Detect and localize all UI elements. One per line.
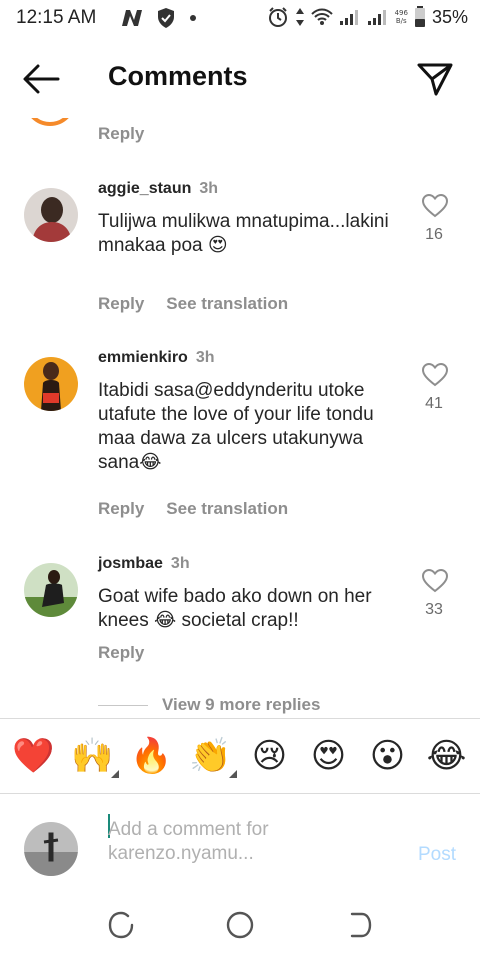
shield-icon <box>158 8 174 28</box>
reply-button[interactable]: Reply <box>98 294 144 314</box>
battery-icon <box>414 6 425 27</box>
skin-tone-indicator <box>228 770 237 778</box>
page-title: Comments <box>108 61 248 91</box>
heart-icon[interactable] <box>422 569 448 593</box>
header: Comments <box>0 40 480 118</box>
comment-composer: Add a comment for karenzo.nyamu... Post <box>0 794 480 894</box>
n-app-icon <box>122 10 142 26</box>
heart-icon[interactable] <box>422 194 448 218</box>
emoji-quick-bar: ❤️ 🙌 🔥 👏 😢 😍 😮 😂 <box>0 718 480 794</box>
avatar[interactable] <box>24 188 78 242</box>
like-count: 33 <box>425 601 443 618</box>
emoji-clapping-hands[interactable]: 👏 <box>187 736 237 778</box>
heart-icon[interactable] <box>422 363 448 387</box>
see-translation-button[interactable]: See translation <box>166 499 288 519</box>
partial-avatar <box>24 118 76 126</box>
comment-text: Itabidi sasa@eddynderitu utoke utafute t… <box>98 380 374 473</box>
battery-percent: 35% <box>431 6 468 27</box>
emoji-tears-of-joy[interactable]: 😂 <box>423 736 471 776</box>
home-icon[interactable] <box>225 910 255 940</box>
comment-text: Goat wife bado ako down on her knees 😂 s… <box>98 586 372 631</box>
back-arrow-icon[interactable] <box>22 62 62 96</box>
status-bar: 12:15 AM 496 B/s 35% <box>0 0 480 40</box>
reply-button[interactable]: Reply <box>98 643 144 663</box>
like-count: 41 <box>425 395 443 412</box>
data-arrows-icon <box>295 8 304 26</box>
emoji-fire[interactable]: 🔥 <box>128 736 176 776</box>
comment-text: Tulijwa mulikwa mnatupima...lakini mnaka… <box>98 211 389 256</box>
send-icon[interactable] <box>416 60 454 98</box>
emoji-surprised-face[interactable]: 😮 <box>364 736 412 776</box>
reply-button[interactable]: Reply <box>98 499 144 519</box>
emoji-crying-face[interactable]: 😢 <box>246 736 294 776</box>
emoji-heart-eyes[interactable]: 😍 <box>305 736 353 776</box>
net-speed: 496 B/s <box>394 9 408 25</box>
comments-list[interactable]: Reply aggie_staun 3h Tulijwa mulikwa mnat… <box>0 118 480 718</box>
system-nav-bar <box>0 894 480 960</box>
recent-apps-icon[interactable] <box>106 910 136 940</box>
like-count: 16 <box>425 226 443 243</box>
see-translation-button[interactable]: See translation <box>166 294 288 314</box>
view-more-replies[interactable]: View 9 more replies <box>98 695 320 715</box>
reply-button[interactable]: Reply <box>98 124 144 144</box>
post-button[interactable]: Post <box>418 844 456 866</box>
back-nav-icon[interactable] <box>344 910 374 940</box>
dot-icon <box>190 15 196 21</box>
username[interactable]: emmienkiro <box>98 349 188 366</box>
avatar[interactable] <box>24 357 78 411</box>
wifi-icon <box>310 8 333 25</box>
emoji-red-heart[interactable]: ❤️ <box>10 736 58 776</box>
alarm-icon <box>268 7 287 27</box>
avatar[interactable] <box>24 563 78 617</box>
username[interactable]: josmbae <box>98 555 163 572</box>
skin-tone-indicator <box>110 770 119 778</box>
signal-icon <box>339 10 358 25</box>
clock: 12:15 AM <box>16 7 97 28</box>
timestamp: 3h <box>199 180 219 197</box>
timestamp: 3h <box>195 349 215 366</box>
username[interactable]: aggie_staun <box>98 180 191 197</box>
view-more-label[interactable]: View 9 more replies <box>162 695 320 715</box>
my-avatar <box>24 822 78 876</box>
emoji-raising-hands[interactable]: 🙌 <box>69 736 119 778</box>
comment-input[interactable]: Add a comment for karenzo.nyamu... <box>108 818 388 866</box>
divider <box>98 704 148 706</box>
signal-2-icon <box>367 10 386 25</box>
timestamp: 3h <box>170 555 190 572</box>
